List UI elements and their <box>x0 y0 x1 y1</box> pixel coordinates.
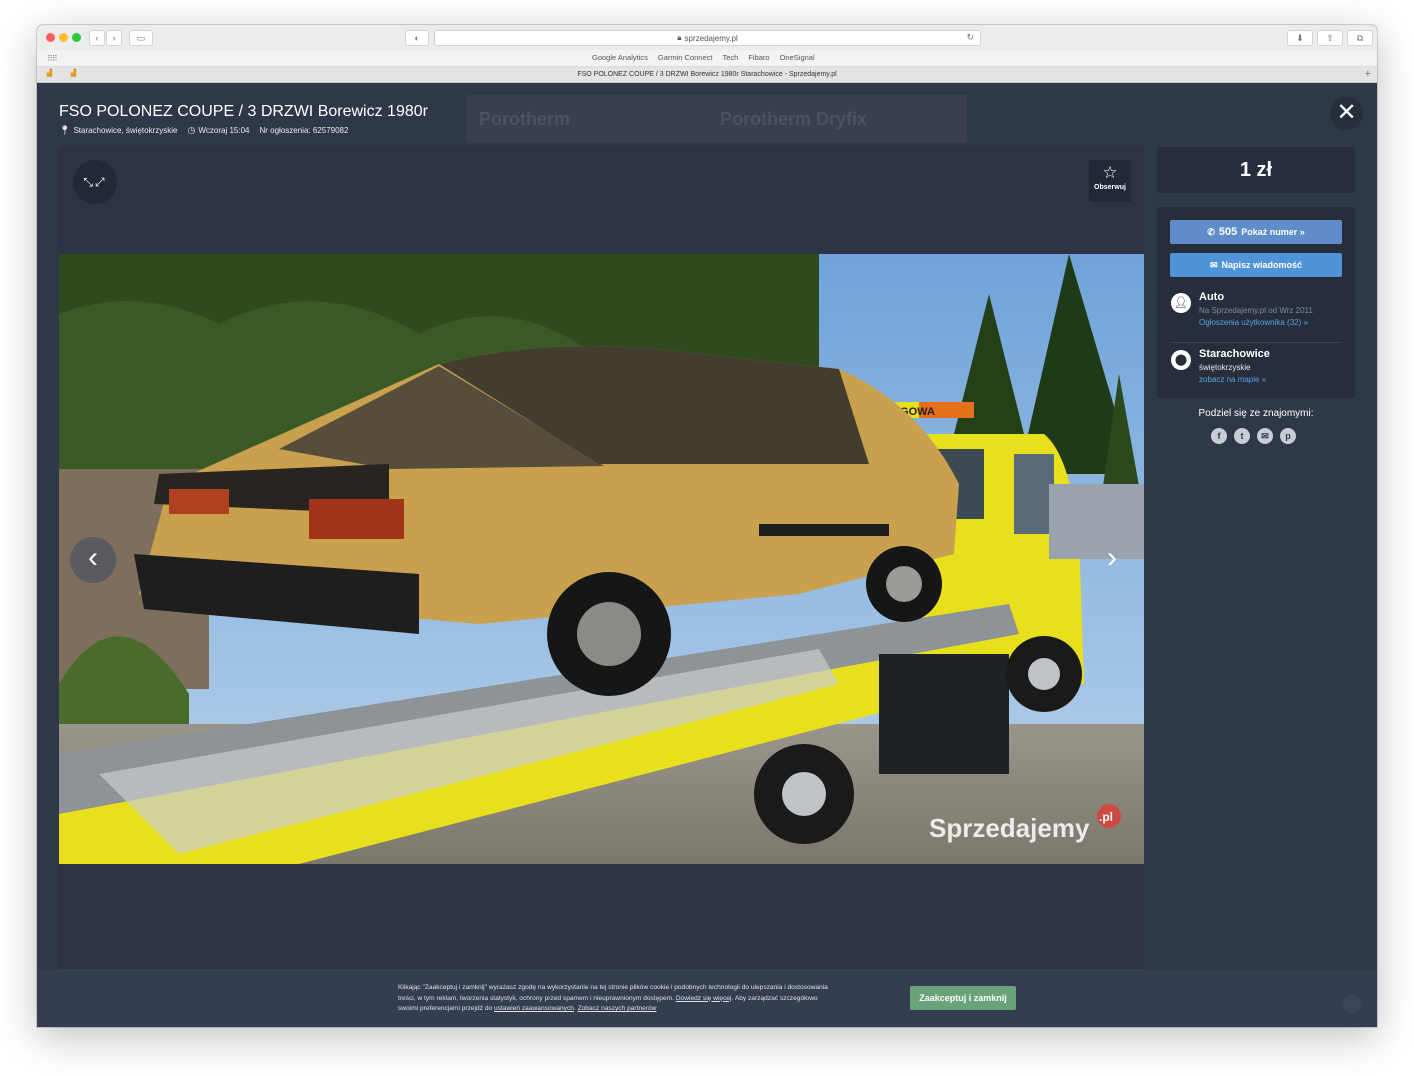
close-window-button[interactable] <box>46 33 55 42</box>
next-photo-button[interactable]: › <box>1089 537 1135 583</box>
pinned-tab-analytics-icon[interactable]: ▟ <box>69 70 78 78</box>
privacy-report-button[interactable]: ◐ <box>405 30 429 46</box>
tab-bar: ▟ ▟ FSO POLONEZ COUPE / 3 DRZWI Borewicz… <box>37 67 1377 83</box>
photo-watermark: Sprzedajemy <box>929 813 1090 843</box>
sidebar-icon: ▭ <box>136 32 146 43</box>
listing-meta: 📍︎ Starachowice, świętokrzyskie ◷ Wczoraj … <box>59 125 348 136</box>
seller-ads-link[interactable]: Ogłoszenia użytkownika (32) » <box>1199 318 1313 327</box>
active-tab-title[interactable]: FSO POLONEZ COUPE / 3 DRZWI Borewicz 198… <box>577 71 836 78</box>
share-icon: ⇧ <box>1326 32 1334 43</box>
send-message-label: Napisz wiadomość <box>1221 260 1303 270</box>
listing-ad-number: Nr ogłoszenia: 62579082 <box>259 126 349 135</box>
minimize-window-button[interactable] <box>59 33 68 42</box>
scroll-top-icon[interactable] <box>1343 995 1361 1013</box>
tabs-icon: ⧉ <box>1356 32 1364 43</box>
previous-photo-button[interactable]: ‹ <box>70 537 116 583</box>
car-photo-illustration: POMOC DROGOWA <box>59 254 1144 864</box>
fullscreen-button[interactable]: ⤡⤢ <box>73 160 117 204</box>
map-pin-icon: ⬤ <box>1171 350 1191 370</box>
background-banner: Porotherm Porotherm Dryfix <box>467 95 967 143</box>
location-pin-icon: 📍︎ <box>59 125 71 135</box>
location-region: świętokrzyskie <box>1199 363 1251 372</box>
photo-gallery: POMOC DROGOWA <box>59 147 1144 969</box>
new-tab-button[interactable]: + <box>1365 67 1371 82</box>
advanced-settings-link[interactable]: ustawień zaawansowanych <box>494 1005 574 1012</box>
seller-name: Auto <box>1199 291 1225 303</box>
banner-left-text: Porotherm <box>479 108 571 129</box>
pinned-tab-analytics-icon[interactable]: ▟ <box>45 70 54 78</box>
chevron-right-icon: › <box>112 33 116 43</box>
browser-toolbar: ‹ › ▭ ◐ 🔒︎ sprzedajemy.pl ↻ ⬇ ⇧ ⧉ <box>37 25 1377 51</box>
phone-prefix: 505 <box>1218 226 1238 238</box>
reload-icon[interactable]: ↻ <box>966 32 974 43</box>
address-bar[interactable]: 🔒︎ sprzedajemy.pl ↻ <box>434 30 981 46</box>
forward-button[interactable]: › <box>106 30 122 46</box>
share-button[interactable]: ⇧ <box>1317 30 1343 46</box>
envelope-icon: ✉ <box>1209 259 1218 270</box>
bookmark-onesignal[interactable]: OneSignal <box>780 53 815 62</box>
bookmark-garmin-connect[interactable]: Garmin Connect <box>658 53 713 62</box>
watch-label: Obserwuj <box>1094 184 1126 191</box>
watch-button[interactable]: ☆ Obserwuj <box>1089 160 1131 202</box>
close-icon: ✕ <box>1336 99 1357 126</box>
share-icons: f t ✉ p <box>1211 428 1296 444</box>
bookmarks-bar: ⠿⠿ Google Analytics Garmin Connect Tech … <box>37 50 1377 67</box>
seller-info: 👤︎ Auto Na Sprzedajemy.pl od Wrz 2011 Og… <box>1171 291 1313 327</box>
listing-date: Wczoraj 15:04 <box>198 126 250 135</box>
chevron-left-icon: ‹ <box>95 33 99 43</box>
photo-watermark-suffix: .pl <box>1099 810 1113 824</box>
shield-icon: ◐ <box>414 33 420 43</box>
expand-icon: ⤡⤢ <box>83 175 107 189</box>
bookmark-tech[interactable]: Tech <box>722 53 738 62</box>
phone-icon: ✆ <box>1207 226 1215 237</box>
bookmark-google-analytics[interactable]: Google Analytics <box>592 53 648 62</box>
seller-panel: ✆ 505 Pokaż numer » ✉ Napisz wiadomość 👤… <box>1157 207 1355 398</box>
zoom-window-button[interactable] <box>72 33 81 42</box>
partners-link[interactable]: Zobacz naszych partnerów <box>578 1005 657 1012</box>
bookmark-fibaro[interactable]: Fibaro <box>748 53 769 62</box>
banner-right-text: Porotherm Dryfix <box>720 108 868 129</box>
cookie-text: Klikając "Zaakceptuj i zamknij" wyrażasz… <box>398 984 828 1012</box>
downloads-button[interactable]: ⬇ <box>1287 30 1313 46</box>
listing-overlay: Porotherm Porotherm Dryfix FSO POLONEZ C… <box>37 83 1377 1027</box>
location-city: Starachowice <box>1199 348 1270 360</box>
share-label: Podziel się ze znajomymi: <box>1198 408 1314 419</box>
show-phone-label: Pokaż numer » <box>1241 227 1305 237</box>
clock-icon: ◷ <box>187 125 196 135</box>
pinterest-icon[interactable]: p <box>1280 428 1296 444</box>
chevron-right-icon: › <box>1107 541 1117 574</box>
sidebar-toggle-button[interactable]: ▭ <box>129 30 153 46</box>
lock-icon: 🔒︎ <box>677 33 682 42</box>
location-info: ⬤ Starachowice świętokrzyskie zobacz na … <box>1171 348 1270 384</box>
show-on-map-link[interactable]: zobacz na mapie » <box>1199 375 1270 384</box>
learn-more-link[interactable]: Dowiedz się więcej <box>676 995 732 1002</box>
price-value: 1 zł <box>1239 159 1273 181</box>
divider <box>1171 342 1341 343</box>
email-icon[interactable]: ✉ <box>1257 428 1273 444</box>
listing-title: FSO POLONEZ COUPE / 3 DRZWI Borewicz 198… <box>59 103 428 120</box>
accept-cookies-button[interactable]: Zaakceptuj i zamknij <box>910 986 1016 1010</box>
grid-icon[interactable]: ⠿⠿ <box>47 54 58 63</box>
tabs-overview-button[interactable]: ⧉ <box>1347 30 1373 46</box>
cookie-consent-bar: Klikając "Zaakceptuj i zamknij" wyrażasz… <box>37 969 1377 1027</box>
address-text: sprzedajemy.pl <box>684 33 738 43</box>
close-overlay-button[interactable]: ✕ <box>1330 97 1363 130</box>
chevron-left-icon: ‹ <box>88 541 98 574</box>
show-phone-button[interactable]: ✆ 505 Pokaż numer » <box>1170 220 1342 244</box>
price-box: 1 zł <box>1157 147 1355 193</box>
download-icon: ⬇ <box>1296 32 1304 43</box>
star-icon: ☆ <box>1102 163 1118 182</box>
twitter-icon[interactable]: t <box>1234 428 1250 444</box>
facebook-icon[interactable]: f <box>1211 428 1227 444</box>
listing-location: Starachowice, świętokrzyskie <box>73 126 178 135</box>
listing-photo[interactable]: POMOC DROGOWA <box>59 254 1144 864</box>
user-icon: 👤︎ <box>1171 293 1191 313</box>
browser-window: ‹ › ▭ ◐ 🔒︎ sprzedajemy.pl ↻ ⬇ ⇧ ⧉ ⠿⠿ Goo… <box>37 25 1377 1027</box>
seller-since: Na Sprzedajemy.pl od Wrz 2011 <box>1199 306 1313 315</box>
back-button[interactable]: ‹ <box>89 30 105 46</box>
send-message-button[interactable]: ✉ Napisz wiadomość <box>1170 253 1342 277</box>
